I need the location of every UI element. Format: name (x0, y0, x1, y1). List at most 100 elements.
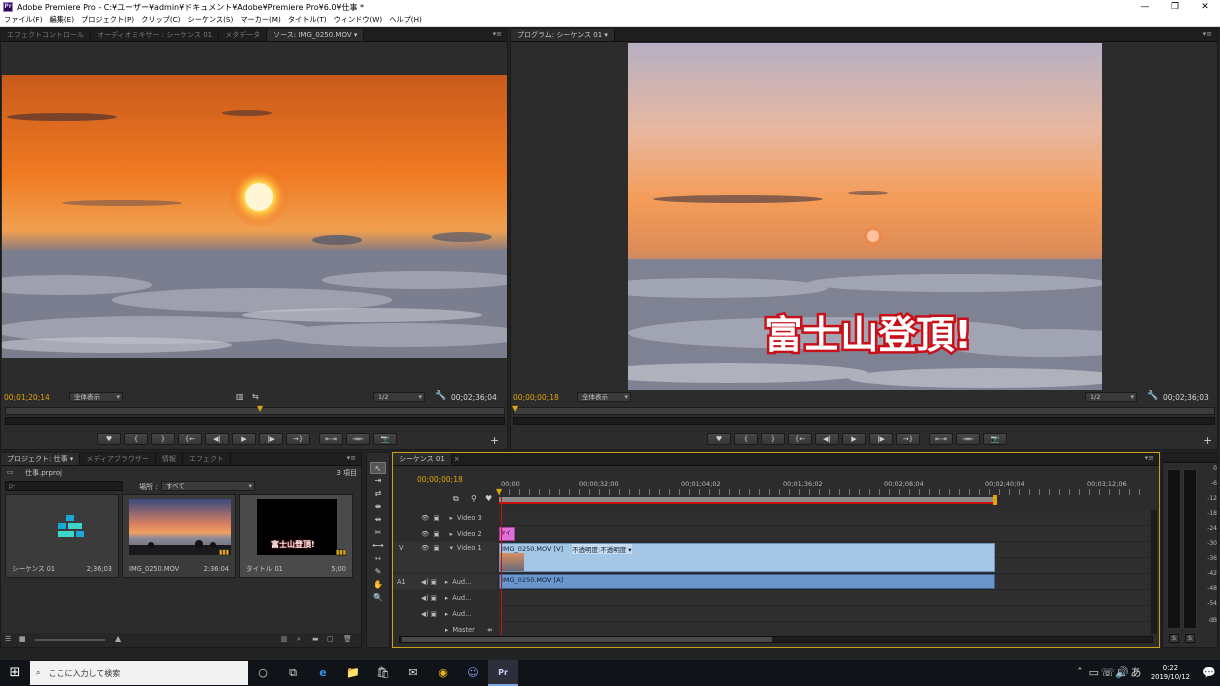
chrome-icon[interactable]: ◉ (428, 660, 458, 686)
expand-icon[interactable]: ▸ (450, 530, 453, 538)
marker-button[interactable]: ♥ (97, 433, 121, 445)
video-clip[interactable]: IMG_0250.MOV [V] 不透明度:不透明度 ▾ (499, 543, 995, 572)
source-playhead[interactable]: ▼ (257, 404, 263, 413)
menu-file[interactable]: ファイル(F) (4, 15, 43, 25)
track-audio-1[interactable]: A1 ◀) ▣ ▸ Aud... (393, 574, 497, 589)
tab-effects[interactable]: エフェクト (183, 453, 231, 465)
tab-source[interactable]: ソース: IMG_0250.MOV ▾ (267, 29, 365, 41)
track-master[interactable]: ▸ Master ⇻ (393, 622, 497, 637)
timeline-scrollbar[interactable] (399, 636, 1153, 643)
trash-icon[interactable]: 🗑 (343, 635, 352, 643)
program-zoom-bar[interactable] (513, 417, 1215, 425)
hand-tool-icon[interactable]: ✋ (370, 579, 386, 591)
ripple-edit-tool-icon[interactable]: ⇄ (370, 488, 386, 500)
mark-in-button[interactable]: { (734, 433, 758, 445)
eye-icon[interactable]: 👁 (421, 544, 429, 552)
tab-sequence-01[interactable]: シーケンス 01 (393, 453, 452, 465)
program-timecode[interactable]: 00;00;00;18 (513, 393, 559, 402)
panel-menu-icon[interactable]: ▾≡ (1203, 30, 1212, 38)
mail-icon[interactable]: ✉ (398, 660, 428, 686)
track-video-1[interactable]: V 👁 ▣ ▾ Video 1 (393, 542, 497, 572)
project-item-sequence[interactable]: シーケンス 01 2;36;03 (5, 494, 119, 578)
network-icon[interactable]: ▭ (1087, 660, 1101, 686)
collapse-icon[interactable]: ▾ (450, 544, 453, 552)
notification-icon[interactable]: 💬 (1198, 660, 1220, 686)
step-back-button[interactable]: ◀| (205, 433, 229, 445)
panel-menu-icon[interactable]: ▾≡ (1145, 454, 1154, 462)
insert-button[interactable]: ⇤⇥ (319, 433, 343, 445)
restore-button[interactable]: ❐ (1160, 0, 1190, 14)
rate-stretch-tool-icon[interactable]: ⇹ (370, 514, 386, 526)
marker-icon[interactable]: ♥ (485, 494, 492, 503)
lock-icon[interactable]: ▣ (433, 544, 439, 552)
automate-icon[interactable]: ▥ (281, 635, 288, 643)
lock-icon[interactable]: ▣ (433, 514, 439, 522)
tab-project[interactable]: プロジェクト: 仕事 ▾ (1, 453, 81, 465)
source-marker-icon[interactable]: ▥ (236, 392, 244, 401)
close-button[interactable]: ✕ (1190, 0, 1220, 14)
go-to-out-button[interactable]: →} (286, 433, 310, 445)
source-resolution-dropdown[interactable]: 1/2 (373, 392, 425, 402)
chevron-up-icon[interactable]: ˆ (1073, 660, 1087, 686)
program-resolution-dropdown[interactable]: 1/2 (1085, 392, 1137, 402)
taskbar-clock[interactable]: 0:22 2019/10/12 (1151, 664, 1190, 682)
export-frame-button[interactable]: 📷 (373, 433, 397, 445)
expand-icon[interactable]: ▸ (445, 626, 448, 634)
step-back-button[interactable]: ◀| (815, 433, 839, 445)
project-search-input[interactable] (5, 481, 123, 491)
go-to-in-button[interactable]: {← (788, 433, 812, 445)
go-to-in-button[interactable]: {← (178, 433, 202, 445)
program-button-editor-icon[interactable]: + (1203, 434, 1212, 447)
lift-button[interactable]: ⇤⇥ (929, 433, 953, 445)
tab-program[interactable]: プログラム: シーケンス 01 ▾ (511, 29, 615, 41)
slip-tool-icon[interactable]: ⟷ (370, 540, 386, 552)
pen-tool-icon[interactable]: ✎ (370, 566, 386, 578)
program-time-ruler[interactable]: ▼ (512, 404, 1215, 415)
source-timecode[interactable]: 00;01;20;14 (4, 393, 50, 402)
speaker-icon[interactable]: ◀) (421, 578, 429, 586)
work-area-bar[interactable] (499, 497, 995, 504)
menu-title[interactable]: タイトル(T) (288, 15, 327, 25)
work-area-end-handle[interactable] (993, 495, 997, 505)
taskbar-search[interactable]: ⌕ ここに入力して検索 (30, 661, 248, 685)
eye-icon[interactable]: 👁 (421, 514, 429, 522)
slide-tool-icon[interactable]: ⇿ (370, 553, 386, 565)
track-audio-3[interactable]: ◀) ▣ ▸ Aud... (393, 606, 497, 621)
tab-effect-controls[interactable]: エフェクトコントロール (1, 29, 91, 41)
panel-menu-icon[interactable]: ▾≡ (347, 454, 356, 462)
menu-sequence[interactable]: シーケンス(S) (188, 15, 234, 25)
cortana-icon[interactable]: ○ (248, 660, 278, 686)
zoom-tool-icon[interactable]: 🔍 (370, 592, 386, 604)
store-icon[interactable]: 🛍 (368, 660, 398, 686)
lock-icon[interactable]: ▣ (431, 610, 437, 618)
track-target-a1[interactable]: A1 (397, 578, 413, 586)
ime-icon[interactable]: あ (1129, 660, 1143, 686)
minimize-button[interactable]: — (1130, 0, 1160, 14)
marker-button[interactable]: ♥ (707, 433, 731, 445)
expand-icon[interactable]: ▸ (445, 578, 448, 586)
go-to-out-button[interactable]: →} (896, 433, 920, 445)
timeline-timecode[interactable]: 00;00;00;18 (417, 475, 463, 484)
source-button-editor-icon[interactable]: + (490, 434, 499, 447)
track-audio-2[interactable]: ◀) ▣ ▸ Aud... (393, 590, 497, 605)
source-video-frame[interactable] (2, 75, 507, 358)
mark-in-button[interactable]: { (124, 433, 148, 445)
expand-icon[interactable]: ▸ (445, 594, 448, 602)
opacity-effect-dropdown[interactable]: 不透明度:不透明度 ▾ (572, 544, 632, 554)
snap-icon[interactable]: ⧉ (453, 494, 459, 504)
lock-icon[interactable]: ▣ (431, 578, 437, 586)
lock-icon[interactable]: ▣ (431, 594, 437, 602)
tab-media-browser[interactable]: メディアブラウザー (80, 453, 156, 465)
selection-tool-icon[interactable]: ↖ (370, 462, 386, 474)
source-output-icon[interactable]: ⇆ (252, 392, 259, 401)
tab-audio-mixer[interactable]: オーディオミキサー : シーケンス 01 (91, 29, 220, 41)
mark-out-button[interactable]: } (761, 433, 785, 445)
find-icon[interactable]: ⌕ (297, 635, 301, 644)
vertical-scrollbar[interactable] (1151, 510, 1157, 634)
icon-view-icon[interactable]: ▦ (19, 635, 26, 643)
scroll-thumb[interactable] (402, 637, 772, 642)
start-button[interactable]: ⊞ (0, 660, 30, 686)
audio-clip[interactable]: IMG_0250.MOV [A] (499, 574, 995, 589)
track-video-2[interactable]: 👁 ▣ ▸ Video 2 (393, 526, 497, 541)
source-fit-dropdown[interactable]: 全体表示 (69, 392, 123, 402)
